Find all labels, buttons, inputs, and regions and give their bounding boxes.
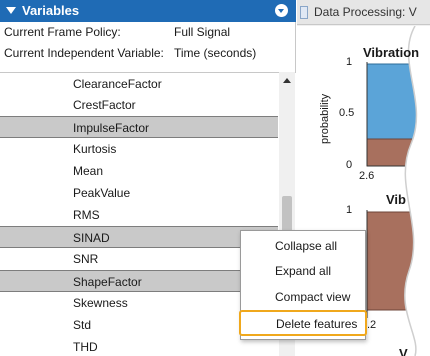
feature-item-skewness[interactable]: Skewness [0,292,278,314]
menu-item-compact-view[interactable]: Compact view [241,285,365,311]
menu-item-collapse-all[interactable]: Collapse all [241,234,365,260]
feature-item-impulsefactor[interactable]: ImpulseFactor [0,116,278,138]
variables-header[interactable]: Variables [0,0,296,22]
independent-variable-label: Current Independent Variable: [4,46,164,60]
document-icon [300,6,308,19]
feature-label: SINAD [73,231,110,245]
plot1-ytick-0: 0 [346,159,353,171]
feature-label: PeakValue [73,186,131,200]
plot1-ylabel: probability [319,93,331,144]
feature-label: SNR [73,252,99,266]
feature-label: ClearanceFactor [73,77,162,91]
feature-label: Skewness [73,296,128,310]
feature-item-kurtosis[interactable]: Kurtosis [0,138,278,160]
feature-item-snr[interactable]: SNR [0,248,278,270]
variables-title: Variables [22,3,80,18]
feature-item-crestfactor[interactable]: CrestFactor [0,94,278,116]
plot1-title: Vibration [363,45,420,60]
feature-label: ShapeFactor [73,275,142,289]
frame-policy-value: Full Signal [174,25,231,39]
tab-data-processing[interactable]: Data Processing: V [314,5,417,19]
menu-item-delete-features[interactable]: Delete features [239,310,367,336]
menu-item-expand-all[interactable]: Expand all [241,259,365,285]
plot2-ytick-1: 1 [346,204,353,216]
panel-menu-icon[interactable] [275,4,288,17]
feature-item-peakvalue[interactable]: PeakValue [0,182,278,204]
plot2-title: Vib [386,192,406,207]
feature-label: ImpulseFactor [73,121,150,135]
plot1-ytick-1: 1 [346,56,353,68]
feature-item-mean[interactable]: Mean [0,160,278,182]
menu-item-label: Collapse all [275,239,338,253]
menu-item-label: Delete features [276,317,358,331]
context-menu: Collapse all Expand all Compact view Del… [239,230,367,340]
feature-item-std[interactable]: Std [0,314,278,336]
plot2-xtick: .2 [367,319,377,331]
plot3-title: V [399,346,408,356]
feature-label: RMS [73,208,100,222]
feature-item-clearancefactor[interactable]: ClearanceFactor [0,73,278,95]
plot1-ytick-0.5: 0.5 [339,107,355,119]
feature-item-rms[interactable]: RMS [0,204,278,226]
menu-item-label: Expand all [275,264,332,278]
menu-item-label: Compact view [275,290,351,304]
scroll-up-arrow-icon[interactable] [283,78,291,83]
feature-label: Kurtosis [73,142,117,156]
independent-variable-value: Time (seconds) [174,46,257,60]
feature-label: CrestFactor [73,98,136,112]
frame-policy-label: Current Frame Policy: [4,25,121,39]
collapse-triangle-icon[interactable] [6,7,16,14]
feature-label: Mean [73,164,104,178]
plot1-xtick: 2.6 [359,170,375,182]
feature-label: Std [73,318,92,332]
feature-item-sinad[interactable]: SINAD [0,226,278,248]
tab-strip: Data Processing: V [297,0,430,25]
feature-label: THD [73,340,98,354]
feature-item-shapefactor[interactable]: ShapeFactor [0,270,278,292]
feature-item-thd[interactable]: THD [0,336,278,356]
